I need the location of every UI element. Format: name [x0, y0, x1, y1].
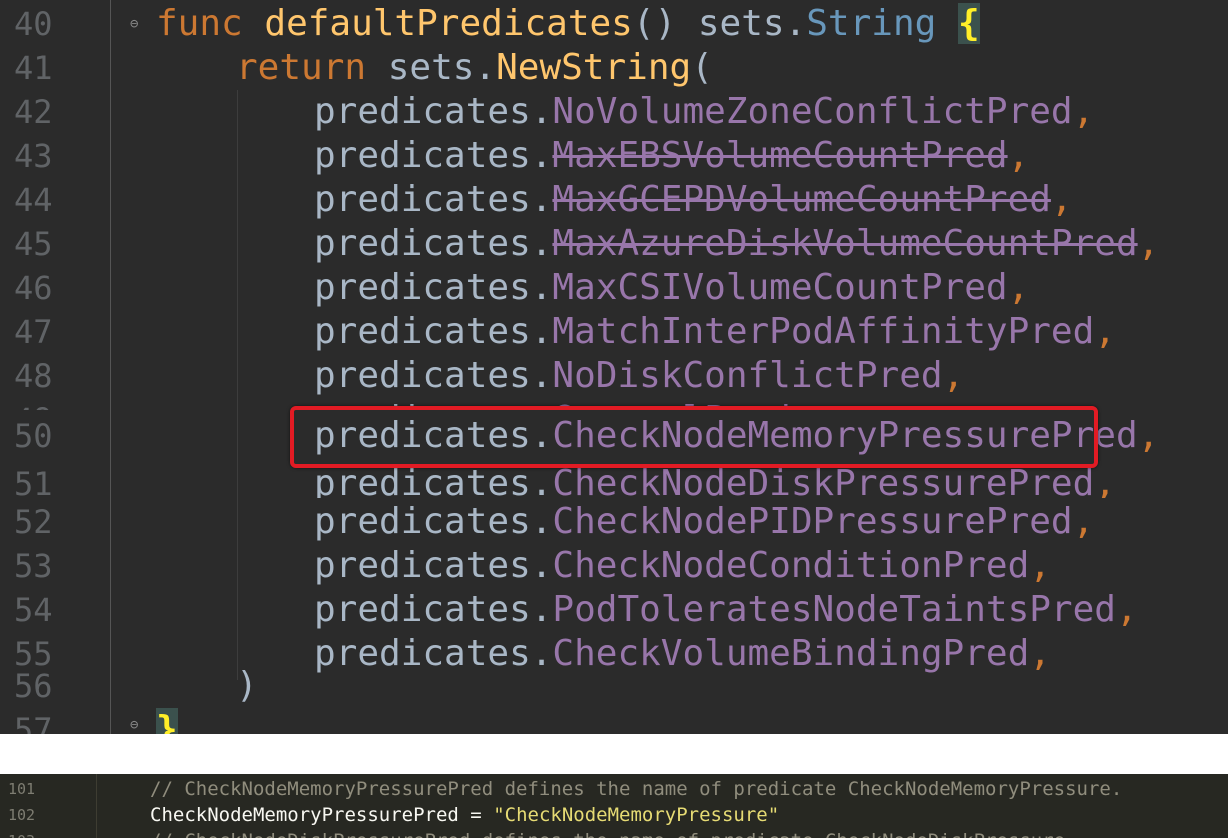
line-number: 54 [14, 591, 53, 629]
code-line[interactable]: 42 predicates.NoVolumeZoneConflictPred, [0, 90, 1228, 134]
code-text: predicates.MaxGCEPDVolumeCountPred, [314, 179, 1073, 220]
code-text: predicates.CheckNodeConditionPred, [314, 545, 1051, 586]
line-number: 52 [14, 503, 53, 541]
code-text: predicates.MaxAzureDiskVolumeCountPred, [314, 223, 1160, 264]
fold-close-icon[interactable]: ⊖ [130, 718, 144, 732]
code-line[interactable]: 102 CheckNodeMemoryPressurePred = "Check… [0, 802, 1228, 828]
line-number: 45 [14, 225, 53, 263]
code-text: predicates.MatchInterPodAffinityPred, [314, 311, 1116, 352]
code-editor-top[interactable]: 40 ⊖ func defaultPredicates() sets.Strin… [0, 0, 1228, 734]
code-comment: // CheckNodeMemoryPressurePred defines t… [150, 778, 1123, 800]
code-line[interactable]: 51 predicates.CheckNodeDiskPressurePred, [0, 468, 1228, 498]
fold-open-icon[interactable]: ⊖ [130, 17, 144, 31]
line-number: 57 [14, 711, 53, 734]
code-line[interactable]: 53 predicates.CheckNodeConditionPred, [0, 544, 1228, 588]
code-line[interactable]: 43 predicates.MaxEBSVolumeCountPred, [0, 134, 1228, 178]
line-number: 43 [14, 137, 53, 175]
line-number: 56 [14, 667, 53, 705]
code-text: } [156, 708, 178, 734]
code-line[interactable]: 103 // CheckNodeDiskPressurePred defines… [0, 828, 1228, 838]
code-text: CheckNodeMemoryPressurePred = "CheckNode… [150, 804, 780, 826]
line-number: 50 [14, 417, 53, 455]
code-text: predicates.NoVolumeZoneConflictPred, [314, 91, 1095, 132]
code-editor-bottom[interactable]: 101 // CheckNodeMemoryPressurePred defin… [0, 774, 1228, 838]
code-text: predicates.MaxCSIVolumeCountPred, [314, 267, 1030, 308]
code-line[interactable]: 45 predicates.MaxAzureDiskVolumeCountPre… [0, 222, 1228, 266]
line-number: 42 [14, 93, 53, 131]
line-number: 46 [14, 269, 53, 307]
code-text: return sets.NewString( [236, 47, 713, 88]
code-line[interactable]: 49 predicates.GeneralPred, [0, 376, 1228, 410]
code-line[interactable]: 54 predicates.PodToleratesNodeTaintsPred… [0, 588, 1228, 632]
code-text: predicates.PodToleratesNodeTaintsPred, [314, 589, 1138, 630]
code-text: ) [236, 665, 258, 706]
code-line[interactable]: 101 // CheckNodeMemoryPressurePred defin… [0, 776, 1228, 802]
code-text: predicates.CheckNodePIDPressurePred, [314, 501, 1095, 542]
line-number: 49 [14, 398, 74, 410]
line-number: 40 [14, 5, 53, 43]
highlight-annotation-box [290, 406, 1098, 468]
code-comment: // CheckNodeDiskPressurePred defines the… [150, 828, 1077, 838]
line-number: 101 [8, 780, 36, 798]
line-number: 41 [14, 49, 53, 87]
code-line[interactable]: 46 predicates.MaxCSIVolumeCountPred, [0, 266, 1228, 310]
line-number: 47 [14, 313, 53, 351]
code-text: func defaultPredicates() sets.String { [156, 3, 980, 44]
code-line[interactable]: 56 ) [0, 664, 1228, 708]
code-text: predicates.MaxEBSVolumeCountPred, [314, 135, 1030, 176]
code-text: predicates.CheckNodeDiskPressurePred, [314, 468, 1116, 498]
code-line[interactable]: 40 ⊖ func defaultPredicates() sets.Strin… [0, 2, 1228, 46]
code-line[interactable]: 52 predicates.CheckNodePIDPressurePred, [0, 500, 1228, 544]
line-number: 44 [14, 181, 53, 219]
code-line[interactable]: 41 return sets.NewString( [0, 46, 1228, 90]
line-number: 102 [8, 806, 36, 824]
code-line[interactable]: 47 predicates.MatchInterPodAffinityPred, [0, 310, 1228, 354]
line-number: 103 [8, 828, 35, 838]
code-line[interactable]: 44 predicates.MaxGCEPDVolumeCountPred, [0, 178, 1228, 222]
line-number: 51 [14, 468, 53, 498]
line-number: 53 [14, 547, 53, 585]
code-line[interactable]: 57 ⊖ } [0, 708, 1228, 734]
